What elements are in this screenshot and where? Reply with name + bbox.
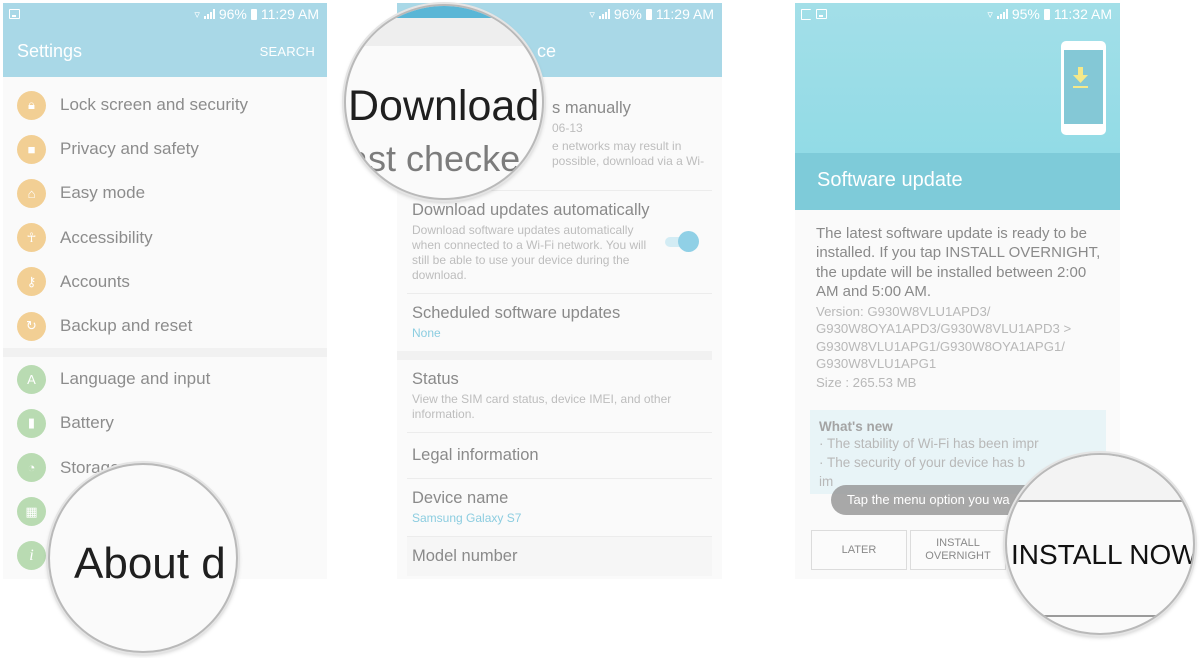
status-bar: ▿ 96% 11:29 AM — [3, 3, 327, 25]
item-title: Scheduled software updates — [412, 304, 621, 322]
phone-download-illustration — [1061, 41, 1106, 135]
status-item[interactable]: Status View the SIM card status, device … — [407, 360, 712, 433]
battery-percent: 96% — [613, 6, 642, 22]
install-now-button[interactable]: INSTALL NOW — [1005, 453, 1195, 635]
backup-icon: ↻ — [17, 311, 46, 341]
device-name-item[interactable]: Device name Samsung Galaxy S7 — [407, 479, 712, 537]
whats-new-line: · The stability of Wi-Fi has been impr — [819, 436, 1039, 452]
battery-icon — [250, 8, 257, 20]
settings-item-battery[interactable]: ▮ Battery — [3, 401, 327, 445]
info-icon: i — [17, 541, 46, 571]
accessibility-icon: ☥ — [17, 223, 46, 253]
update-actions: LATER INSTALL OVERNIGHT — [811, 530, 1006, 570]
item-label: Privacy and safety — [60, 139, 199, 159]
item-title: Model number — [412, 547, 518, 565]
clock: 11:29 AM — [655, 6, 714, 22]
signal-icon — [996, 9, 1008, 19]
lock-icon: 🔒︎ — [17, 90, 46, 120]
home-icon: ⌂ — [17, 178, 46, 208]
model-number-item[interactable]: Model number — [407, 537, 712, 576]
settings-item-language[interactable]: A Language and input — [3, 357, 327, 401]
magnifier-about-device: About d — [48, 463, 238, 653]
key-icon: ⚷ — [17, 267, 46, 297]
item-title: Download updates automatically — [412, 201, 650, 219]
battery-icon: ▮ — [17, 408, 46, 438]
wifi-icon: ▿ — [987, 8, 993, 21]
auto-download-toggle[interactable] — [665, 231, 699, 253]
storage-icon: ◔ — [17, 453, 46, 483]
item-description: Download software updates automatically … — [412, 223, 647, 282]
battery-icon — [645, 8, 652, 20]
item-label: Lock screen and security — [60, 95, 249, 115]
download-arrow-icon — [1073, 67, 1088, 88]
item-label: Backup and reset — [60, 316, 193, 336]
item-title: Status — [412, 370, 459, 388]
legal-information-item[interactable]: Legal information — [407, 433, 712, 479]
item-description: View the SIM card status, device IMEI, a… — [412, 392, 672, 421]
update-message: The latest software update is ready to b… — [816, 225, 1101, 300]
magnified-last-checked: ast checke — [348, 138, 521, 179]
whats-new-heading: What's new — [819, 419, 893, 435]
battery-percent: 95% — [1011, 6, 1040, 22]
item-value: Samsung Galaxy S7 — [412, 511, 522, 525]
item-description: e networks may result in — [552, 139, 682, 153]
clock: 11:32 AM — [1053, 6, 1112, 22]
item-title: Legal information — [412, 446, 539, 464]
settings-item-easy-mode[interactable]: ⌂ Easy mode — [3, 171, 327, 215]
search-button[interactable]: SEARCH — [260, 44, 315, 59]
hero-banner: ▿ 95% 11:32 AM — [795, 3, 1120, 153]
header: ▿ 96% 11:29 AM Settings SEARCH — [3, 3, 327, 77]
settings-item-backup[interactable]: ↻ Backup and reset — [3, 304, 327, 348]
later-button[interactable]: LATER — [811, 530, 907, 570]
item-title: s manually — [552, 99, 631, 117]
battery-percent: 96% — [218, 6, 247, 22]
update-size: Size : 265.53 MB — [816, 375, 917, 391]
item-label: Battery — [60, 413, 114, 433]
privacy-icon: ■ — [17, 134, 46, 164]
version-info: Version: G930W8VLU1APD3/ G930W8OYA1APD3/… — [816, 304, 1072, 372]
settings-item-privacy[interactable]: ■ Privacy and safety — [3, 127, 327, 171]
gallery-notification-icon — [9, 9, 20, 19]
page-title: Settings — [17, 40, 83, 61]
signal-icon — [598, 9, 610, 19]
signal-icon — [203, 9, 215, 19]
page-title: Software update — [795, 153, 1120, 210]
item-label: Accessibility — [60, 227, 153, 247]
download-notification-icon — [801, 8, 811, 20]
item-value: None — [412, 326, 441, 340]
section-divider — [3, 348, 327, 358]
settings-item-lock-screen[interactable]: 🔒︎ Lock screen and security — [3, 83, 327, 127]
date-time-icon: ▦ — [17, 497, 46, 527]
item-label: Easy mode — [60, 183, 146, 203]
wifi-icon: ▿ — [194, 8, 200, 21]
battery-icon — [1043, 8, 1050, 20]
item-title: Device name — [412, 489, 509, 507]
magnified-about-device-label: About d — [74, 539, 226, 588]
scheduled-software-updates[interactable]: Scheduled software updates None — [407, 294, 712, 351]
status-bar: ▿ 95% 11:32 AM — [795, 3, 1120, 25]
magnified-download-label: Download — [348, 82, 540, 130]
last-checked-date: 06-13 — [552, 121, 583, 135]
gallery-notification-icon — [816, 9, 827, 19]
clock: 11:29 AM — [260, 6, 319, 22]
item-label: Accounts — [60, 271, 130, 291]
language-icon: A — [17, 364, 46, 394]
download-updates-automatically[interactable]: Download updates automatically Download … — [407, 191, 712, 294]
settings-item-accounts[interactable]: ⚷ Accounts — [3, 260, 327, 304]
settings-item-accessibility[interactable]: ☥ Accessibility — [3, 216, 327, 260]
item-description: possible, download via a Wi- — [552, 154, 705, 168]
install-overnight-button[interactable]: INSTALL OVERNIGHT — [910, 530, 1006, 570]
wifi-icon: ▿ — [589, 8, 595, 21]
update-details: The latest software update is ready to b… — [795, 210, 1120, 390]
section-divider — [397, 351, 712, 360]
install-now-label: INSTALL NOW — [1011, 539, 1195, 570]
magnifier-download-manually: Download ast checke — [344, 4, 544, 200]
item-label: Language and input — [60, 369, 211, 389]
